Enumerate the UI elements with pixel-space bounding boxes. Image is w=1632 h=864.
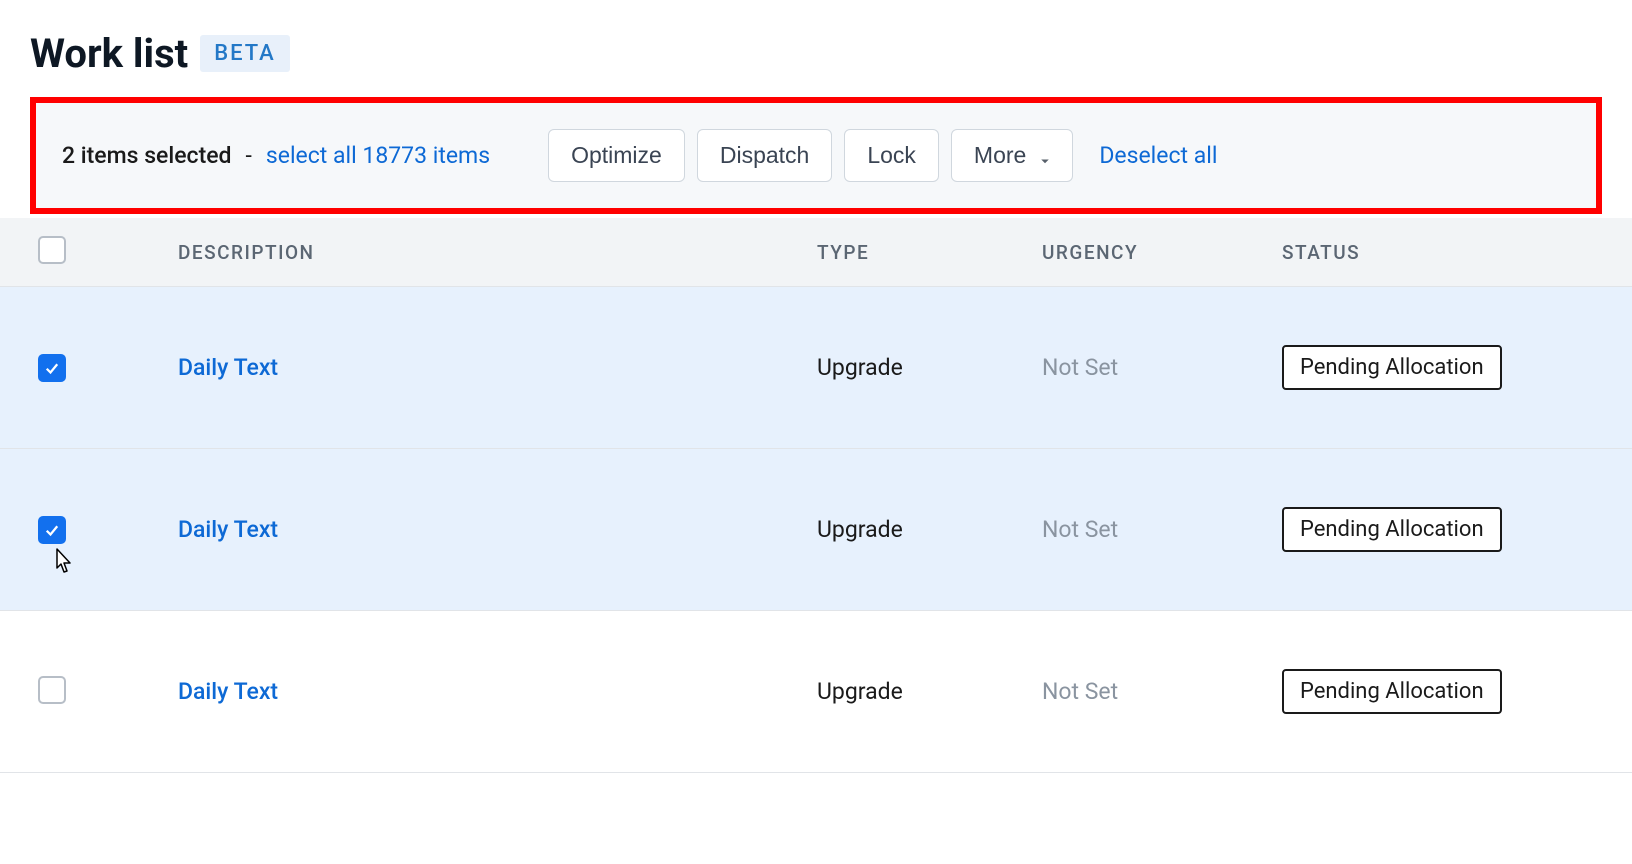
status-badge: Pending Allocation <box>1282 669 1502 714</box>
row-description-link[interactable]: Daily Text <box>178 516 278 543</box>
table-header: DESCRIPTION TYPE URGENCY STATUS <box>0 218 1632 287</box>
more-button[interactable]: More <box>951 129 1073 182</box>
page-title: Work list <box>30 30 188 77</box>
row-type: Upgrade <box>817 516 903 543</box>
deselect-all-link[interactable]: Deselect all <box>1099 142 1217 169</box>
row-description-link[interactable]: Daily Text <box>178 678 278 705</box>
row-checkbox[interactable] <box>38 516 66 544</box>
row-urgency: Not Set <box>1042 678 1118 705</box>
table-row: Daily Text Upgrade Not Set Pending Allocati… <box>0 611 1632 773</box>
page-header: Work list BETA <box>0 30 1632 97</box>
select-all-checkbox[interactable] <box>38 236 66 264</box>
select-all-link[interactable]: select all 18773 items <box>266 142 490 169</box>
lock-label: Lock <box>867 142 916 169</box>
highlight-box: 2 items selected - select all 18773 item… <box>30 97 1602 214</box>
dispatch-button[interactable]: Dispatch <box>697 129 832 182</box>
row-type: Upgrade <box>817 678 903 705</box>
status-badge: Pending Allocation <box>1282 507 1502 552</box>
status-badge: Pending Allocation <box>1282 345 1502 390</box>
selection-count: 2 items selected <box>62 142 232 169</box>
more-label: More <box>974 142 1026 169</box>
row-checkbox[interactable] <box>38 676 66 704</box>
column-status: STATUS <box>1282 241 1602 264</box>
row-urgency: Not Set <box>1042 354 1118 381</box>
table-row: Daily Text Upgrade Not Set Pending Allocati… <box>0 287 1632 449</box>
chevron-down-icon <box>1036 149 1050 163</box>
optimize-label: Optimize <box>571 142 662 169</box>
table-row: Daily Text Upgrade Not Set Pending Allocati… <box>0 449 1632 611</box>
table-body: Daily Text Upgrade Not Set Pending Allocati… <box>0 287 1632 773</box>
dispatch-label: Dispatch <box>720 142 809 169</box>
divider-dash: - <box>246 142 252 169</box>
row-checkbox[interactable] <box>38 354 66 382</box>
row-urgency: Not Set <box>1042 516 1118 543</box>
row-type: Upgrade <box>817 354 903 381</box>
pointer-cursor-icon <box>48 546 76 574</box>
optimize-button[interactable]: Optimize <box>548 129 685 182</box>
column-urgency: URGENCY <box>1042 241 1282 264</box>
selection-bar: 2 items selected - select all 18773 item… <box>36 103 1596 208</box>
beta-badge: BETA <box>200 35 290 72</box>
column-description: DESCRIPTION <box>178 241 817 264</box>
lock-button[interactable]: Lock <box>844 129 939 182</box>
row-description-link[interactable]: Daily Text <box>178 354 278 381</box>
column-type: TYPE <box>817 241 1042 264</box>
